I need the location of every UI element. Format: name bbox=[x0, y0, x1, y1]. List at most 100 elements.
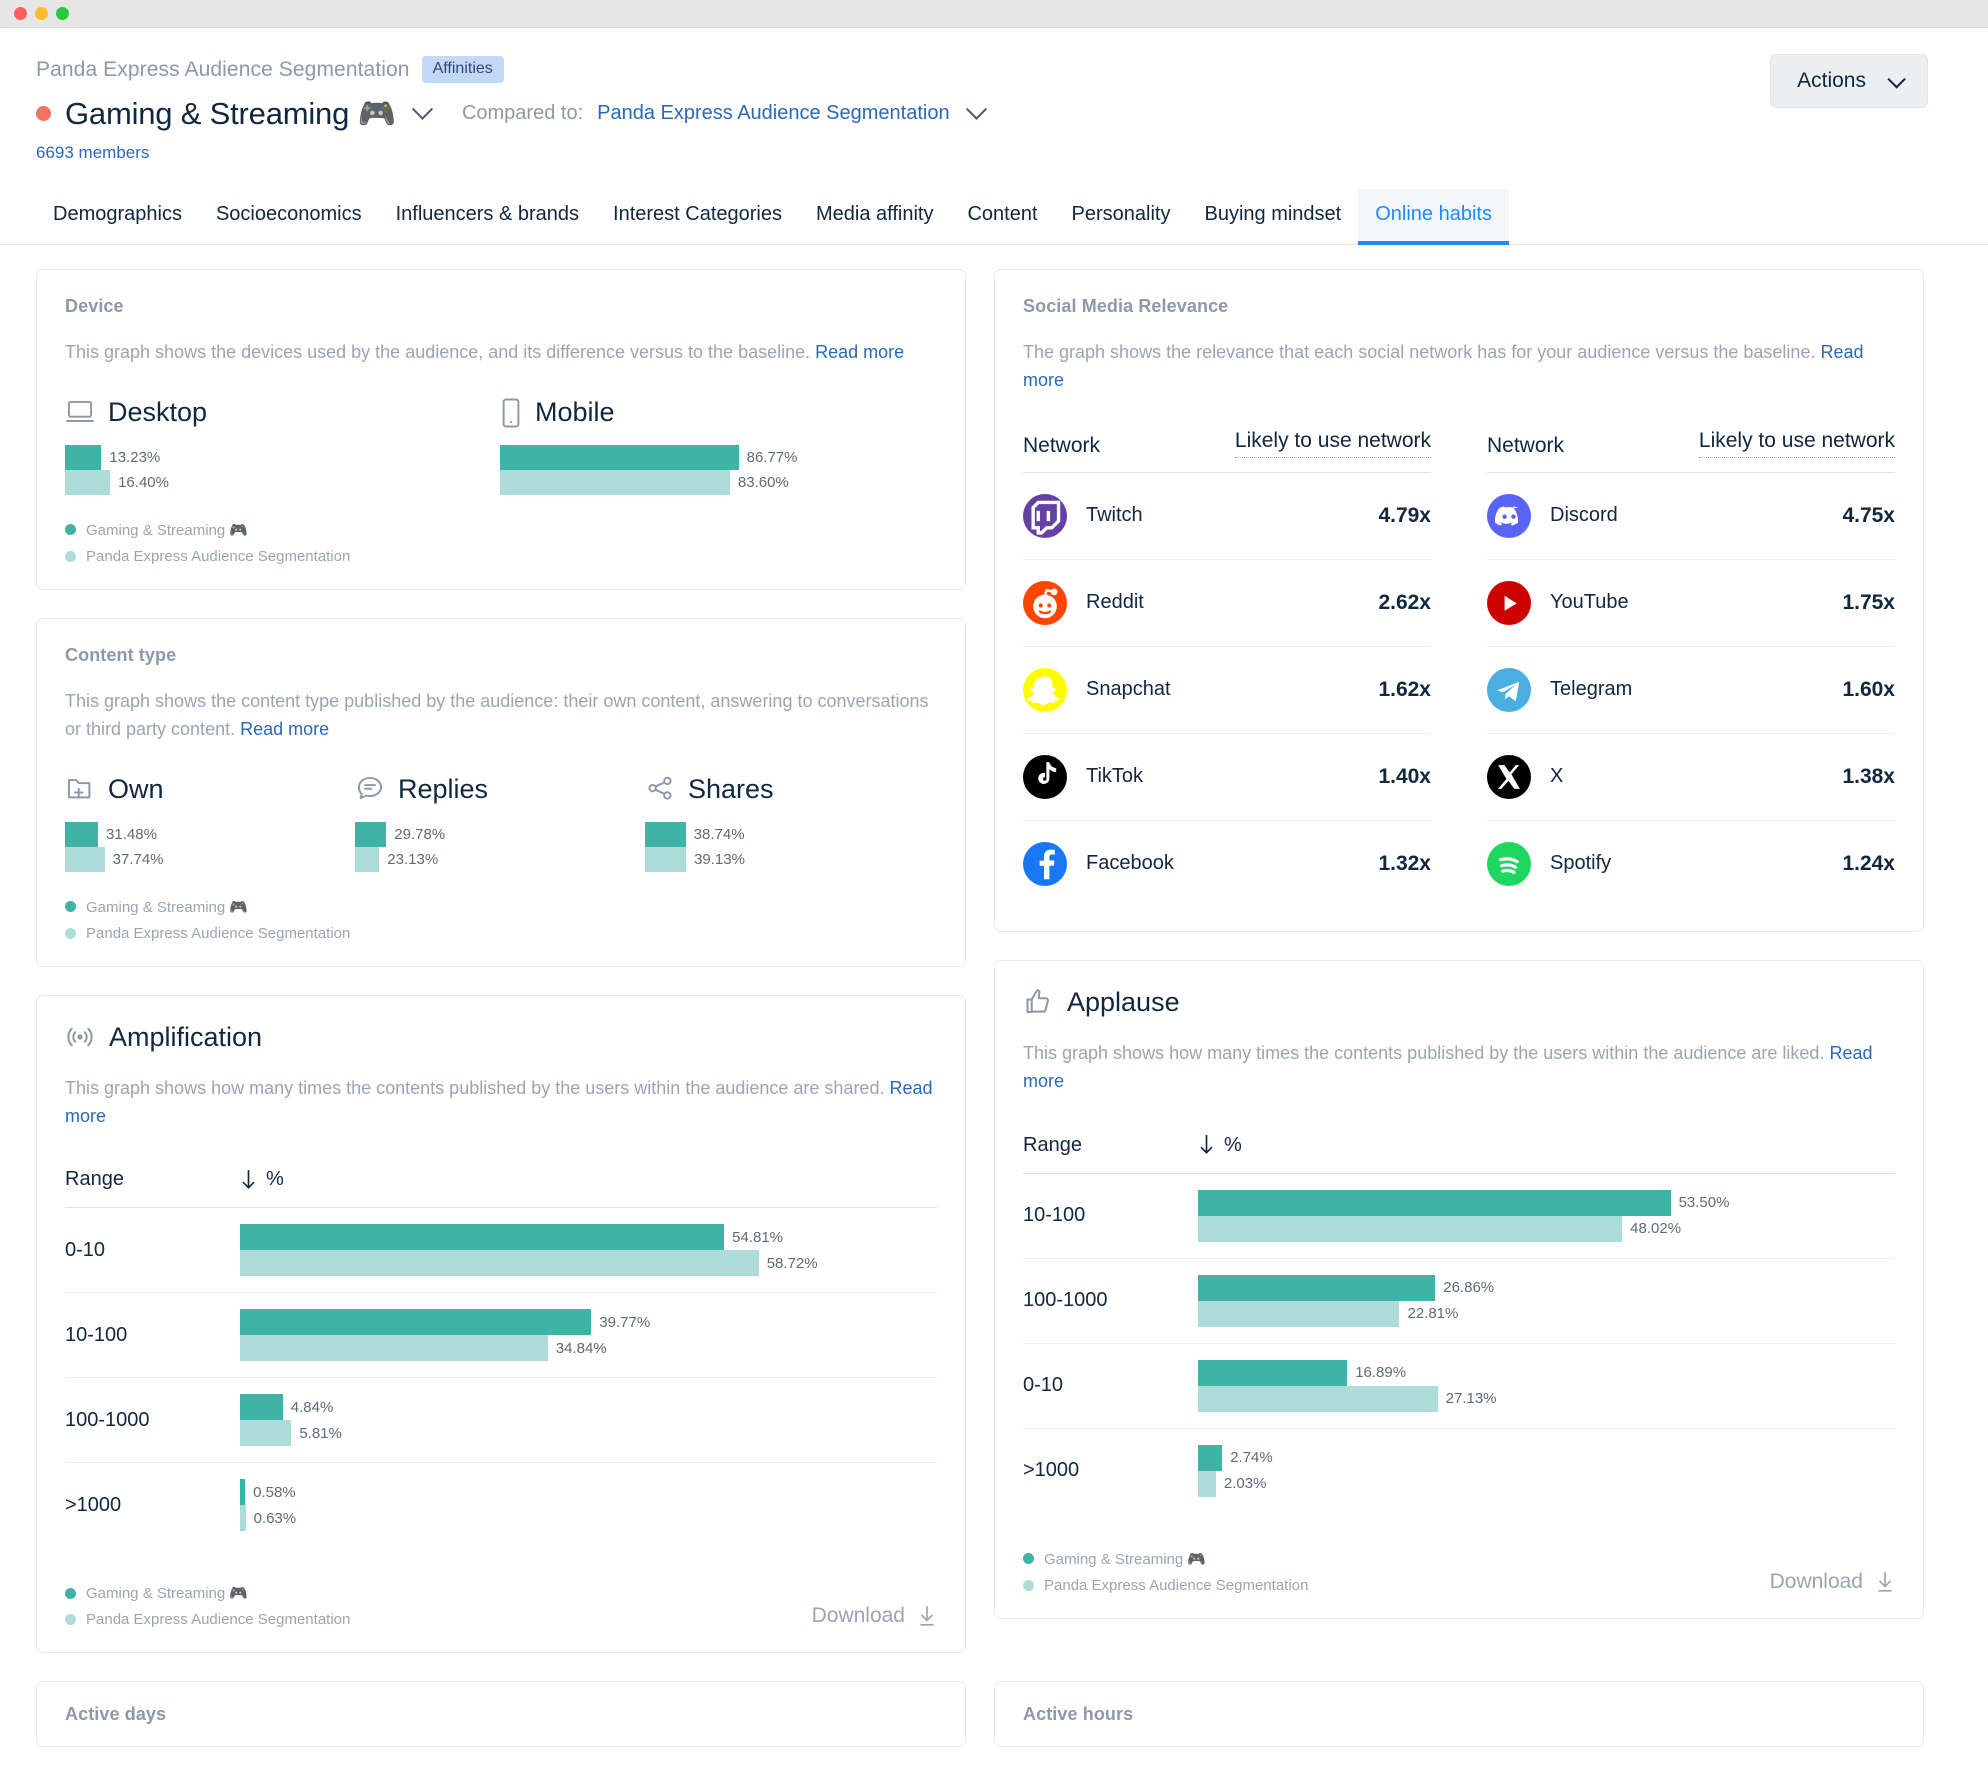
social-network-row[interactable]: Snapchat 1.62x bbox=[1023, 647, 1431, 734]
metric-label: Own bbox=[108, 774, 164, 805]
compared-to-value[interactable]: Panda Express Audience Segmentation bbox=[597, 102, 949, 125]
chevron-down-icon bbox=[965, 98, 988, 120]
social-network-name: TikTok bbox=[1086, 765, 1144, 788]
social-network-row[interactable]: YouTube 1.75x bbox=[1487, 560, 1895, 647]
social-network-name: Telegram bbox=[1550, 678, 1633, 701]
metric-replies: Replies 29.78% 23.13% bbox=[355, 774, 645, 872]
legend-dot-primary bbox=[65, 524, 76, 536]
amplification-download-button[interactable]: Download bbox=[812, 1604, 937, 1628]
tab-content[interactable]: Content bbox=[950, 189, 1054, 244]
bar-value: 0.58% bbox=[253, 1483, 296, 1501]
tab-online-habits[interactable]: Online habits bbox=[1358, 189, 1509, 245]
metric-bars: 38.74% 39.13% bbox=[645, 821, 935, 872]
compared-to-dropdown-button[interactable] bbox=[964, 98, 990, 127]
social-network-row[interactable]: TikTok 1.40x bbox=[1023, 734, 1431, 821]
bar-primary bbox=[65, 444, 102, 470]
legend-dot-baseline bbox=[1023, 1579, 1034, 1591]
social-card-title: Social Media Relevance bbox=[1023, 296, 1229, 316]
bar-primary bbox=[240, 1309, 592, 1336]
social-col-metric-left[interactable]: Likely to use network bbox=[1234, 429, 1431, 458]
bar-baseline bbox=[240, 1420, 292, 1447]
social-col-metric-right[interactable]: Likely to use network bbox=[1698, 429, 1895, 458]
social-network-row[interactable]: Twitch 4.79x bbox=[1023, 473, 1431, 560]
sort-arrow-down-icon bbox=[240, 1169, 257, 1191]
social-network-row[interactable]: Reddit 2.62x bbox=[1023, 560, 1431, 647]
members-count[interactable]: 6693 members bbox=[36, 143, 1928, 163]
social-col-network-right: Network bbox=[1487, 433, 1565, 457]
legend-dot-baseline bbox=[65, 550, 76, 562]
amplification-description: This graph shows how many times the cont… bbox=[65, 1075, 937, 1131]
folder-plus-icon bbox=[65, 774, 95, 806]
bar-primary bbox=[240, 1479, 246, 1506]
bar-value: 58.72% bbox=[766, 1254, 818, 1272]
bar-value: 38.74% bbox=[693, 825, 745, 843]
bar-value: 83.60% bbox=[737, 473, 789, 491]
social-network-row[interactable]: X 1.38x bbox=[1487, 734, 1895, 821]
bar-value: 54.81% bbox=[732, 1228, 784, 1246]
metric-own: Own 31.48% 37.74% bbox=[65, 774, 355, 872]
device-read-more-link[interactable]: Read more bbox=[815, 342, 904, 362]
affinities-chip[interactable]: Affinities bbox=[421, 56, 504, 83]
segment-dropdown-button[interactable] bbox=[410, 98, 436, 127]
chevron-down-icon bbox=[1887, 69, 1906, 89]
bar-value: 4.84% bbox=[290, 1398, 334, 1416]
tab-demographics[interactable]: Demographics bbox=[36, 189, 199, 244]
device-card: Device This graph shows the devices used… bbox=[36, 269, 966, 590]
applause-card: Applause This graph shows how many times… bbox=[994, 959, 1924, 1619]
range-label: 0-10 bbox=[1023, 1374, 1064, 1397]
maximize-window-button[interactable] bbox=[56, 7, 69, 20]
social-network-row[interactable]: Telegram 1.60x bbox=[1487, 647, 1895, 734]
legend-label-primary: Gaming & Streaming 🎮 bbox=[86, 1585, 249, 1603]
actions-button[interactable]: Actions bbox=[1770, 54, 1928, 108]
close-window-button[interactable] bbox=[14, 7, 27, 20]
minimize-window-button[interactable] bbox=[35, 7, 48, 20]
legend-dot-baseline bbox=[65, 927, 76, 939]
window-titlebar bbox=[0, 0, 1988, 28]
social-network-value: 1.62x bbox=[1378, 677, 1431, 701]
tab-interest-categories[interactable]: Interest Categories bbox=[596, 189, 799, 244]
content-type-card: Content type This graph shows the conten… bbox=[36, 617, 966, 967]
metric-bars: 13.23% 16.40% bbox=[65, 444, 500, 495]
applause-download-button[interactable]: Download bbox=[1770, 1570, 1895, 1594]
bar-primary bbox=[65, 821, 99, 847]
bar-primary bbox=[240, 1224, 725, 1251]
desktop-icon bbox=[65, 397, 95, 429]
range-label: >1000 bbox=[65, 1493, 122, 1516]
device-card-description: This graph shows the devices used by the… bbox=[65, 339, 937, 367]
bar-primary bbox=[1198, 1274, 1436, 1301]
applause-col-pct: % bbox=[1224, 1133, 1242, 1156]
range-bars: 53.50% 48.02% bbox=[1198, 1189, 1895, 1242]
social-rows-right: Discord 4.75x YouTube 1.75x Telegram 1.60x X 1.… bbox=[1487, 473, 1895, 907]
device-card-title: Device bbox=[65, 296, 124, 316]
content-type-read-more-link[interactable]: Read more bbox=[240, 719, 329, 739]
range-label: >1000 bbox=[1023, 1459, 1080, 1482]
reddit-icon bbox=[1023, 580, 1067, 625]
tab-personality[interactable]: Personality bbox=[1055, 189, 1188, 244]
content-type-desc-text: This graph shows the content type publis… bbox=[65, 690, 929, 739]
metric-label: Shares bbox=[688, 774, 774, 805]
bar-primary bbox=[1198, 1189, 1671, 1216]
tab-socioeconomics[interactable]: Socioeconomics bbox=[199, 189, 379, 244]
legend-label-primary: Gaming & Streaming 🎮 bbox=[1044, 1550, 1207, 1568]
metric-label: Desktop bbox=[108, 397, 208, 428]
metric-bars: 86.77% 83.60% bbox=[500, 444, 935, 495]
bar-baseline bbox=[240, 1505, 246, 1532]
table-row: 100-1000 26.86% 22.81% bbox=[1023, 1259, 1895, 1344]
tab-buying-mindset[interactable]: Buying mindset bbox=[1187, 189, 1358, 244]
tab-influencers-brands[interactable]: Influencers & brands bbox=[379, 189, 596, 244]
content-type-legend: Gaming & Streaming 🎮 Panda Express Audie… bbox=[65, 898, 937, 942]
applause-col-pct-sort[interactable]: % bbox=[1198, 1134, 1242, 1157]
amplification-col-pct-sort[interactable]: % bbox=[240, 1168, 284, 1191]
social-network-name: X bbox=[1550, 765, 1564, 788]
range-bars: 4.84% 5.81% bbox=[240, 1394, 937, 1447]
social-network-row[interactable]: Spotify 1.24x bbox=[1487, 821, 1895, 907]
range-label: 0-10 bbox=[65, 1238, 106, 1261]
sort-arrow-down-icon bbox=[1198, 1134, 1215, 1156]
active-days-card: Active days bbox=[36, 1681, 966, 1748]
social-col-network-left: Network bbox=[1023, 433, 1101, 457]
facebook-icon bbox=[1023, 841, 1067, 886]
bar-value: 31.48% bbox=[106, 825, 157, 843]
social-network-row[interactable]: Facebook 1.32x bbox=[1023, 821, 1431, 907]
tab-media-affinity[interactable]: Media affinity bbox=[799, 189, 950, 244]
social-network-row[interactable]: Discord 4.75x bbox=[1487, 473, 1895, 560]
